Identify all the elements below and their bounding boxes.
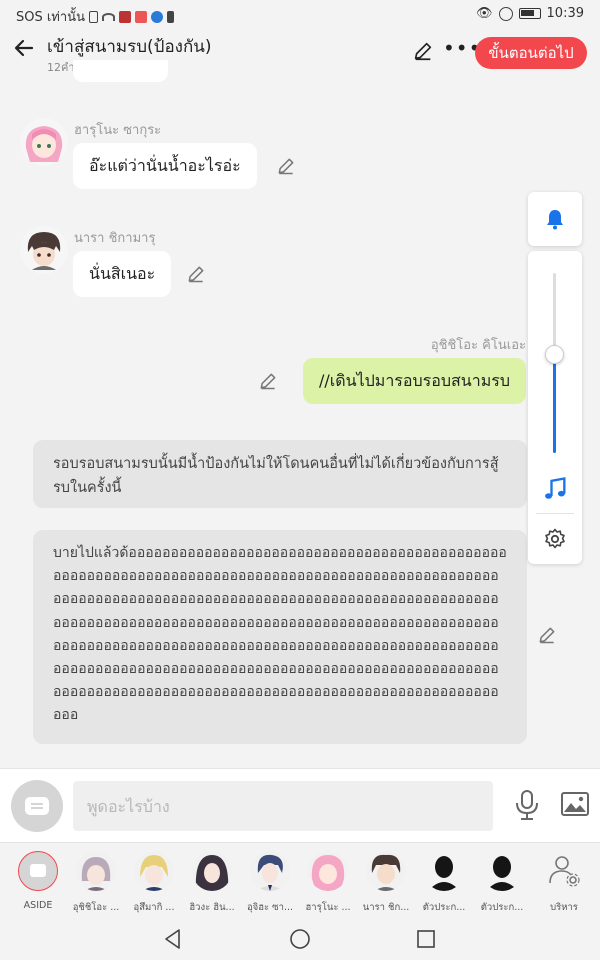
word-count: 12คำ	[47, 61, 75, 74]
character-avatar	[134, 851, 174, 891]
speaker-name: นารา ชิกามารุ	[74, 231, 156, 246]
pencil-icon[interactable]	[537, 625, 557, 645]
microphone-icon[interactable]	[514, 789, 540, 821]
nav-recents-icon[interactable]	[415, 928, 437, 950]
aside-toggle-button[interactable]	[11, 780, 63, 832]
input-bar	[0, 768, 600, 842]
system-nav-bar	[0, 918, 600, 960]
character-bar: ASIDE อุชิชิโอะ ... อุสึมากิ ... ฮิวงะ ฮ…	[0, 842, 600, 918]
panel-divider	[536, 513, 574, 514]
avatar-shikamaru	[20, 226, 68, 274]
status-left: SOS เท่านั้น	[16, 6, 174, 27]
carrier-label: SOS เท่านั้น	[16, 10, 85, 25]
character-avatar	[192, 851, 232, 891]
partial-bubble	[73, 60, 168, 82]
character-avatar	[366, 851, 406, 891]
character-label: นารา ชิก...	[362, 902, 410, 913]
bell-icon[interactable]	[543, 207, 567, 231]
character-item[interactable]: อุชิชิโอะ ...	[68, 851, 124, 915]
globe-notification-icon	[150, 10, 163, 23]
eye-icon: 👁	[476, 6, 493, 21]
pencil-icon[interactable]	[276, 156, 296, 176]
speed-icon	[498, 6, 513, 21]
gear-icon[interactable]	[543, 527, 567, 551]
narration-block[interactable]: รอบรอบสนามรบนั้นมีน้ำป้องกันไม่ให้โดนคนอ…	[33, 440, 527, 508]
manage-characters-button[interactable]: บริหาร	[536, 851, 592, 915]
character-label: ตัวประก...	[422, 902, 466, 913]
character-label: อุสึมากิ ...	[133, 902, 175, 913]
character-avatar	[250, 851, 290, 891]
volume-thumb[interactable]	[545, 345, 564, 364]
character-avatar	[308, 851, 348, 891]
nav-home-icon[interactable]	[289, 928, 311, 950]
character-item[interactable]: อุจิฮะ ซา...	[242, 851, 298, 915]
battery-saver-icon	[166, 10, 174, 23]
character-label: บริหาร	[550, 902, 578, 913]
character-aside[interactable]: ASIDE	[10, 851, 66, 911]
volume-fill	[553, 354, 556, 453]
user-settings-icon	[544, 851, 584, 891]
status-right: 👁 10:39	[476, 6, 584, 21]
wifi-icon	[101, 12, 115, 21]
image-icon[interactable]	[561, 791, 589, 817]
avatar-sakura	[20, 118, 68, 166]
message-bubble[interactable]: //เดินไปมารอบรอบสนามรบ	[302, 358, 526, 404]
message-bubble[interactable]: อ๊ะแต่ว่านั่นน้ำอะไรอ่ะ	[73, 143, 257, 189]
nav-back-icon[interactable]	[162, 928, 184, 950]
status-bar: SOS เท่านั้น 👁 10:39	[0, 0, 600, 28]
character-label: ฮารุโนะ ...	[305, 902, 351, 913]
character-item[interactable]: ตัวประก...	[474, 851, 530, 915]
music-note-icon[interactable]	[541, 475, 569, 503]
sim-icon	[88, 10, 98, 23]
narration-block[interactable]: บายไปแล้วด้อออออออออออออออออออออออออออออ…	[33, 530, 527, 744]
pencil-icon[interactable]	[258, 371, 278, 391]
message-input[interactable]	[73, 781, 493, 831]
audio-panel	[528, 251, 582, 564]
pencil-icon[interactable]	[412, 40, 434, 62]
character-label: อุจิฮะ ซา...	[246, 902, 294, 913]
page-title: เข้าสู่สนามรบ(ป้องกัน)	[47, 37, 212, 57]
character-item[interactable]: ตัวประก...	[416, 851, 472, 915]
character-avatar	[76, 851, 116, 891]
next-step-button[interactable]: ขั้นตอนต่อไป	[475, 37, 587, 69]
battery-icon	[518, 8, 541, 19]
speaker-name: ฮารุโนะ ซากุระ	[74, 123, 162, 138]
character-label: ตัวประก...	[480, 902, 524, 913]
character-label: ฮิวงะ ฮิน...	[189, 902, 235, 913]
aside-avatar	[18, 851, 58, 891]
character-label: ASIDE	[23, 900, 53, 911]
character-item[interactable]: นารา ชิก...	[358, 851, 414, 915]
comment-icon	[25, 797, 49, 815]
speaker-name: อุชิชิโอะ คิโนเอะ	[430, 338, 526, 353]
pencil-icon[interactable]	[186, 264, 206, 284]
shop-notification-icon	[134, 10, 147, 23]
back-arrow-icon[interactable]	[12, 36, 36, 60]
character-item[interactable]: ฮารุโนะ ...	[300, 851, 356, 915]
character-label: อุชิชิโอะ ...	[72, 902, 120, 913]
character-item[interactable]: อุสึมากิ ...	[126, 851, 182, 915]
character-item[interactable]: ฮิวงะ ฮิน...	[184, 851, 240, 915]
silhouette-avatar	[482, 851, 522, 891]
notification-panel	[528, 192, 582, 246]
app-notification-icon	[118, 10, 131, 23]
message-bubble[interactable]: นั่นสิเนอะ	[73, 251, 172, 297]
clock: 10:39	[546, 6, 584, 21]
silhouette-avatar	[424, 851, 464, 891]
